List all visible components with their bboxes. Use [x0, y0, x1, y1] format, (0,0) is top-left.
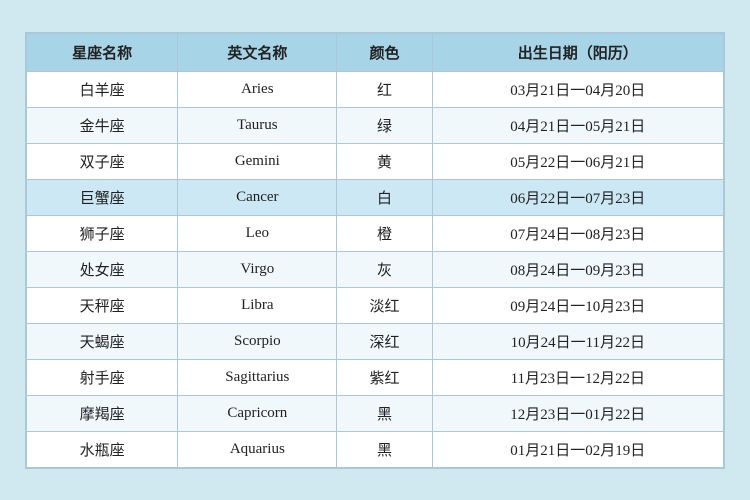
table-row: 摩羯座Capricorn黑12月23日一01月22日 — [27, 395, 724, 431]
cell-english-name: Virgo — [178, 251, 337, 287]
table-row: 巨蟹座Cancer白06月22日一07月23日 — [27, 179, 724, 215]
cell-chinese-name: 狮子座 — [27, 215, 178, 251]
cell-color: 深红 — [337, 323, 432, 359]
table-row: 狮子座Leo橙07月24日一08月23日 — [27, 215, 724, 251]
cell-dates: 09月24日一10月23日 — [432, 287, 723, 323]
cell-dates: 10月24日一11月22日 — [432, 323, 723, 359]
cell-english-name: Cancer — [178, 179, 337, 215]
cell-dates: 07月24日一08月23日 — [432, 215, 723, 251]
table-row: 金牛座Taurus绿04月21日一05月21日 — [27, 107, 724, 143]
header-color: 颜色 — [337, 33, 432, 71]
cell-dates: 05月22日一06月21日 — [432, 143, 723, 179]
table-row: 双子座Gemini黄05月22日一06月21日 — [27, 143, 724, 179]
cell-chinese-name: 处女座 — [27, 251, 178, 287]
cell-dates: 11月23日一12月22日 — [432, 359, 723, 395]
cell-english-name: Sagittarius — [178, 359, 337, 395]
cell-chinese-name: 天秤座 — [27, 287, 178, 323]
cell-color: 紫红 — [337, 359, 432, 395]
cell-color: 黑 — [337, 431, 432, 467]
cell-color: 灰 — [337, 251, 432, 287]
table-row: 射手座Sagittarius紫红11月23日一12月22日 — [27, 359, 724, 395]
header-dates: 出生日期（阳历） — [432, 33, 723, 71]
cell-color: 橙 — [337, 215, 432, 251]
table-row: 处女座Virgo灰08月24日一09月23日 — [27, 251, 724, 287]
cell-english-name: Capricorn — [178, 395, 337, 431]
header-english-name: 英文名称 — [178, 33, 337, 71]
cell-chinese-name: 天蝎座 — [27, 323, 178, 359]
cell-color: 淡红 — [337, 287, 432, 323]
cell-chinese-name: 水瓶座 — [27, 431, 178, 467]
table-row: 水瓶座Aquarius黑01月21日一02月19日 — [27, 431, 724, 467]
cell-chinese-name: 射手座 — [27, 359, 178, 395]
cell-english-name: Aries — [178, 71, 337, 107]
cell-color: 黄 — [337, 143, 432, 179]
zodiac-table-wrapper: 星座名称 英文名称 颜色 出生日期（阳历） 白羊座Aries红03月21日一04… — [25, 32, 725, 469]
cell-color: 白 — [337, 179, 432, 215]
cell-color: 绿 — [337, 107, 432, 143]
table-row: 天蝎座Scorpio深红10月24日一11月22日 — [27, 323, 724, 359]
cell-chinese-name: 白羊座 — [27, 71, 178, 107]
cell-english-name: Leo — [178, 215, 337, 251]
cell-color: 黑 — [337, 395, 432, 431]
cell-dates: 01月21日一02月19日 — [432, 431, 723, 467]
cell-english-name: Scorpio — [178, 323, 337, 359]
cell-chinese-name: 金牛座 — [27, 107, 178, 143]
table-header-row: 星座名称 英文名称 颜色 出生日期（阳历） — [27, 33, 724, 71]
cell-dates: 12月23日一01月22日 — [432, 395, 723, 431]
cell-chinese-name: 巨蟹座 — [27, 179, 178, 215]
cell-english-name: Aquarius — [178, 431, 337, 467]
table-row: 白羊座Aries红03月21日一04月20日 — [27, 71, 724, 107]
cell-dates: 03月21日一04月20日 — [432, 71, 723, 107]
table-row: 天秤座Libra淡红09月24日一10月23日 — [27, 287, 724, 323]
cell-dates: 04月21日一05月21日 — [432, 107, 723, 143]
cell-chinese-name: 摩羯座 — [27, 395, 178, 431]
cell-english-name: Taurus — [178, 107, 337, 143]
cell-chinese-name: 双子座 — [27, 143, 178, 179]
cell-english-name: Libra — [178, 287, 337, 323]
table-body: 白羊座Aries红03月21日一04月20日金牛座Taurus绿04月21日一0… — [27, 71, 724, 467]
zodiac-table: 星座名称 英文名称 颜色 出生日期（阳历） 白羊座Aries红03月21日一04… — [26, 33, 724, 468]
cell-english-name: Gemini — [178, 143, 337, 179]
cell-dates: 06月22日一07月23日 — [432, 179, 723, 215]
cell-color: 红 — [337, 71, 432, 107]
header-chinese-name: 星座名称 — [27, 33, 178, 71]
cell-dates: 08月24日一09月23日 — [432, 251, 723, 287]
